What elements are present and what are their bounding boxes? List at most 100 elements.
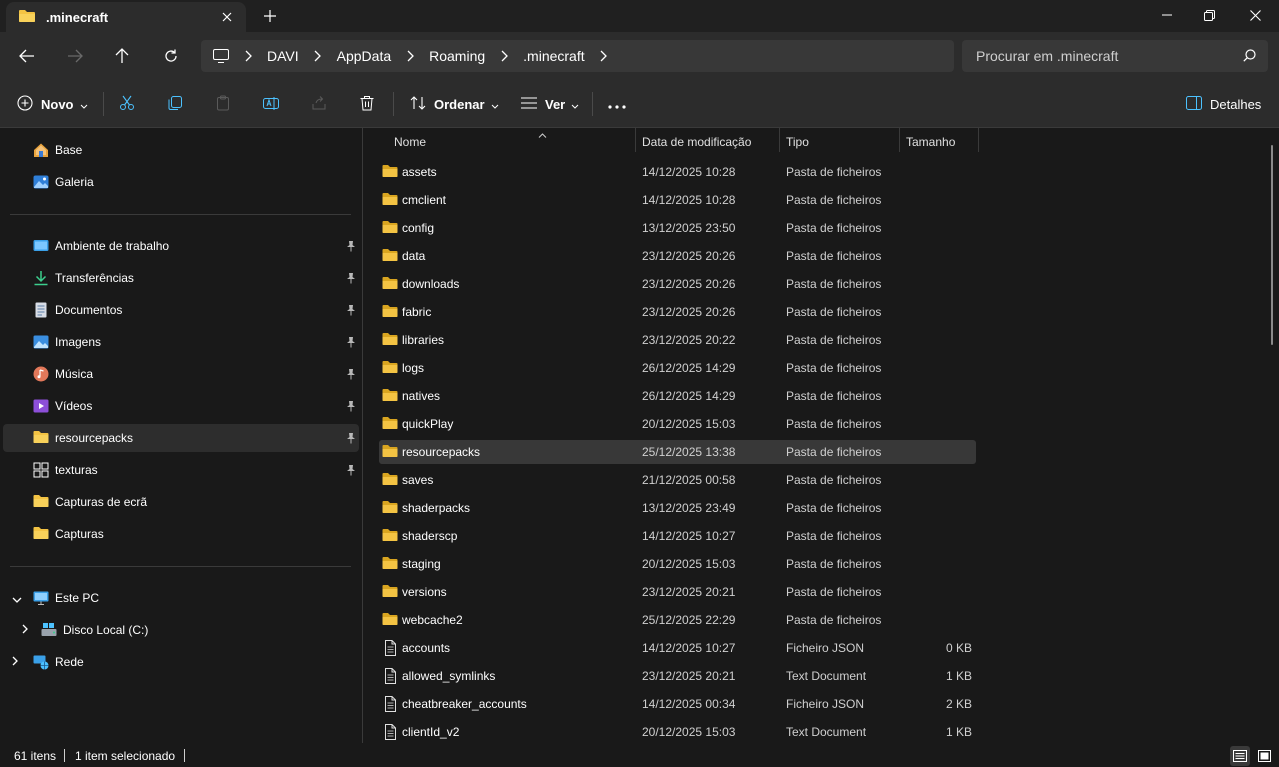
- file-row-allowed-symlinks[interactable]: allowed_symlinks 23/12/2025 20:21 Text Doc…: [379, 664, 976, 688]
- sidebar-item-capturas[interactable]: Capturas: [3, 520, 359, 548]
- pin-icon[interactable]: [345, 400, 357, 415]
- chevron-down-icon[interactable]: [12, 592, 22, 606]
- address-bar[interactable]: DAVI AppData Roaming .minecraft: [201, 40, 954, 72]
- details-button[interactable]: Detalhes: [1186, 92, 1261, 116]
- view-button[interactable]: Ver: [521, 92, 579, 116]
- chevron-right-icon[interactable]: [405, 50, 415, 62]
- pin-icon[interactable]: [345, 336, 357, 351]
- pin-icon[interactable]: [345, 368, 357, 383]
- pin-icon[interactable]: [345, 272, 357, 287]
- share-button[interactable]: [311, 92, 327, 116]
- chevron-right-icon[interactable]: [313, 50, 323, 62]
- pin-icon[interactable]: [345, 240, 357, 255]
- sidebar-item-documentos[interactable]: Documentos: [3, 296, 359, 324]
- pin-icon[interactable]: [345, 304, 357, 319]
- column-divider[interactable]: [899, 128, 900, 152]
- chevron-right-icon[interactable]: [599, 50, 609, 62]
- sidebar-item-resourcepacks[interactable]: resourcepacks: [3, 424, 359, 452]
- file-row-webcache2[interactable]: webcache2 25/12/2025 22:29 Pasta de fichei…: [379, 608, 976, 632]
- file-row-versions[interactable]: versions 23/12/2025 20:21 Pasta de ficheir…: [379, 580, 976, 604]
- file-row-assets[interactable]: assets 14/12/2025 10:28 Pasta de ficheiros: [379, 160, 976, 184]
- window-tab[interactable]: .minecraft: [6, 2, 246, 32]
- file-row-cheatbreaker-accounts[interactable]: cheatbreaker_accounts 14/12/2025 00:34 Fic…: [379, 692, 976, 716]
- sort-button-label: Ordenar: [434, 96, 485, 112]
- breadcrumb-appdata[interactable]: AppData: [337, 48, 391, 64]
- new-button[interactable]: Novo: [17, 92, 88, 116]
- sidebar-item-galeria[interactable]: Galeria: [3, 168, 359, 196]
- new-tab-icon[interactable]: [260, 6, 280, 26]
- up-arrow-icon[interactable]: [110, 44, 134, 68]
- minimize-icon[interactable]: [1144, 0, 1190, 30]
- breadcrumb-roaming[interactable]: Roaming: [429, 48, 485, 64]
- file-type: Pasta de ficheiros: [786, 473, 882, 487]
- sidebar-item-transferencias[interactable]: Transferências: [3, 264, 359, 292]
- file-row-logs[interactable]: logs 26/12/2025 14:29 Pasta de ficheiros: [379, 356, 976, 380]
- file-name: config: [402, 221, 435, 235]
- sidebar-item-imagens[interactable]: Imagens: [3, 328, 359, 356]
- chevron-right-icon[interactable]: [499, 50, 509, 62]
- sidebar-item-disco-local[interactable]: Disco Local (C:): [3, 616, 359, 644]
- column-header-type[interactable]: Tipo: [786, 128, 896, 156]
- close-tab-icon[interactable]: [218, 8, 236, 26]
- file-name: cheatbreaker_accounts: [402, 697, 527, 711]
- computer-icon[interactable]: [213, 49, 229, 63]
- column-header-date[interactable]: Data de modificação: [642, 128, 782, 156]
- file-row-saves[interactable]: saves 21/12/2025 00:58 Pasta de ficheiros: [379, 468, 976, 492]
- column-divider[interactable]: [978, 128, 979, 152]
- file-row-clientid-v2[interactable]: clientId_v2 20/12/2025 15:03 Text Document…: [379, 720, 976, 744]
- forward-arrow-icon[interactable]: [63, 44, 87, 68]
- file-row-cmclient[interactable]: cmclient 14/12/2025 10:28 Pasta de ficheir…: [379, 188, 976, 212]
- file-row-shaderpacks[interactable]: shaderpacks 13/12/2025 23:49 Pasta de fich…: [379, 496, 976, 520]
- column-divider[interactable]: [779, 128, 780, 152]
- sidebar-item-este-pc[interactable]: Este PC: [3, 584, 359, 612]
- sidebar-item-musica[interactable]: Música: [3, 360, 359, 388]
- sidebar-item-base[interactable]: Base: [3, 136, 359, 164]
- sidebar-item-videos[interactable]: Vídeos: [3, 392, 359, 420]
- file-row-config[interactable]: config 13/12/2025 23:50 Pasta de ficheiros: [379, 216, 976, 240]
- vertical-scrollbar[interactable]: [1271, 145, 1273, 345]
- refresh-icon[interactable]: [159, 44, 183, 68]
- file-row-natives[interactable]: natives 26/12/2025 14:29 Pasta de ficheiro…: [379, 384, 976, 408]
- column-header-size[interactable]: Tamanho: [906, 128, 976, 156]
- breadcrumb-minecraft[interactable]: .minecraft: [523, 48, 584, 64]
- restore-icon[interactable]: [1186, 0, 1232, 30]
- file-row-staging[interactable]: staging 20/12/2025 15:03 Pasta de ficheiro…: [379, 552, 976, 576]
- file-row-accounts[interactable]: accounts 14/12/2025 10:27 Ficheiro JSON 0 K…: [379, 636, 976, 660]
- file-row-downloads[interactable]: downloads 23/12/2025 20:26 Pasta de fichei…: [379, 272, 976, 296]
- chevron-right-icon[interactable]: [22, 623, 28, 637]
- back-arrow-icon[interactable]: [15, 44, 39, 68]
- more-options-button[interactable]: [608, 92, 626, 116]
- sidebar-item-ambiente-de-trabalho[interactable]: Ambiente de trabalho: [3, 232, 359, 260]
- column-divider[interactable]: [635, 128, 636, 152]
- file-row-shaderscp[interactable]: shaderscp 14/12/2025 10:27 Pasta de fichei…: [379, 524, 976, 548]
- search-icon[interactable]: [1243, 49, 1256, 65]
- sidebar-item-capturas-de-ecra[interactable]: Capturas de ecrã: [3, 488, 359, 516]
- sidebar-item-rede[interactable]: Rede: [3, 648, 359, 676]
- file-row-fabric[interactable]: fabric 23/12/2025 20:26 Pasta de ficheiros: [379, 300, 976, 324]
- file-row-quickplay[interactable]: quickPlay 20/12/2025 15:03 Pasta de fichei…: [379, 412, 976, 436]
- file-date: 14/12/2025 10:28: [642, 193, 736, 207]
- column-header-name[interactable]: Nome: [394, 128, 634, 156]
- chevron-right-icon[interactable]: [12, 655, 18, 669]
- pin-icon[interactable]: [345, 432, 357, 447]
- pin-icon[interactable]: [345, 464, 357, 479]
- breadcrumb-davi[interactable]: DAVI: [267, 48, 299, 64]
- file-type: Pasta de ficheiros: [786, 249, 882, 263]
- tiles-view-icon[interactable]: [1254, 746, 1274, 766]
- cut-button[interactable]: [119, 92, 135, 116]
- delete-button[interactable]: [359, 92, 375, 116]
- search-input[interactable]: Procurar em .minecraft: [962, 40, 1268, 72]
- details-view-icon[interactable]: [1230, 746, 1250, 766]
- file-row-resourcepacks[interactable]: resourcepacks 25/12/2025 13:38 Pasta de fi…: [379, 440, 976, 464]
- paste-button[interactable]: [215, 92, 231, 116]
- file-row-data[interactable]: data 23/12/2025 20:26 Pasta de ficheiros: [379, 244, 976, 268]
- chevron-right-icon[interactable]: [243, 50, 253, 62]
- close-window-icon[interactable]: [1232, 0, 1278, 30]
- search-placeholder: Procurar em .minecraft: [976, 48, 1119, 64]
- sort-button[interactable]: Ordenar: [410, 92, 499, 116]
- rename-button[interactable]: [263, 92, 279, 116]
- file-row-libraries[interactable]: libraries 23/12/2025 20:22 Pasta de fichei…: [379, 328, 976, 352]
- sort-ascending-icon: [538, 127, 547, 141]
- copy-button[interactable]: [167, 92, 183, 116]
- sidebar-item-texturas[interactable]: texturas: [3, 456, 359, 484]
